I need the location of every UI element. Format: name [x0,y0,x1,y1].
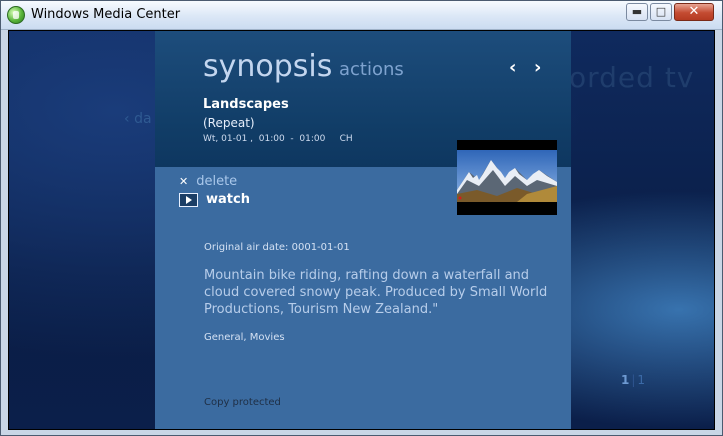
windows-media-center-logo-icon [7,6,25,24]
background-back-label: da [134,111,152,127]
close-icon: ✕ [179,175,189,188]
media-center-content: orded tv ‹ da 1 | 1 synopsis actions ‹ › L… [8,30,715,430]
program-genre: General, Movies [204,332,285,343]
minimize-icon: ▬ [631,5,643,18]
window-title: Windows Media Center [31,7,181,22]
minimize-button[interactable]: ▬ [626,3,648,21]
page-separator: | [631,373,636,387]
details-panel: synopsis actions ‹ › Landscapes (Repeat)… [155,31,571,429]
chevron-left-icon: ‹ [124,111,135,127]
chevron-left-icon: ‹ [509,57,517,78]
tab-synopsis[interactable]: synopsis [203,49,332,84]
program-repeat-flag: (Repeat) [203,116,255,130]
maximize-icon: □ [655,5,667,18]
page-total: 1 [637,373,646,387]
delete-label: delete [196,174,238,189]
window-controls: ▬ □ ✕ [624,3,714,21]
program-thumbnail [457,140,557,215]
tab-actions[interactable]: actions [339,59,404,80]
watch-action[interactable]: watch [179,192,250,207]
prev-item-button[interactable]: ‹ [509,57,516,78]
close-button[interactable]: ✕ [674,3,714,21]
app-window: Windows Media Center ▬ □ ✕ orded tv ‹ da… [0,0,723,436]
page-current: 1 [621,373,630,387]
next-item-button[interactable]: › [534,57,541,78]
copy-protection-status: Copy protected [204,397,281,408]
watch-label: watch [206,192,250,207]
background-section-title: orded tv [569,61,695,94]
program-schedule: Wt, 01-01 , 01:00 - 01:00 CH [203,134,353,144]
delete-action[interactable]: ✕ delete [179,174,237,189]
close-icon: ✕ [688,4,700,19]
page-indicator: 1 | 1 [621,373,645,387]
original-air-date: Original air date: 0001-01-01 [204,242,350,253]
title-bar[interactable]: Windows Media Center ▬ □ ✕ [1,1,722,30]
play-icon [179,192,198,207]
program-title: Landscapes [203,97,289,112]
program-description: Mountain bike riding, rafting down a wat… [204,268,548,317]
background-back-link[interactable]: ‹ da [124,111,152,127]
mountain-thumbnail-image [457,150,557,202]
maximize-button[interactable]: □ [650,3,672,21]
chevron-right-icon: › [534,57,542,78]
